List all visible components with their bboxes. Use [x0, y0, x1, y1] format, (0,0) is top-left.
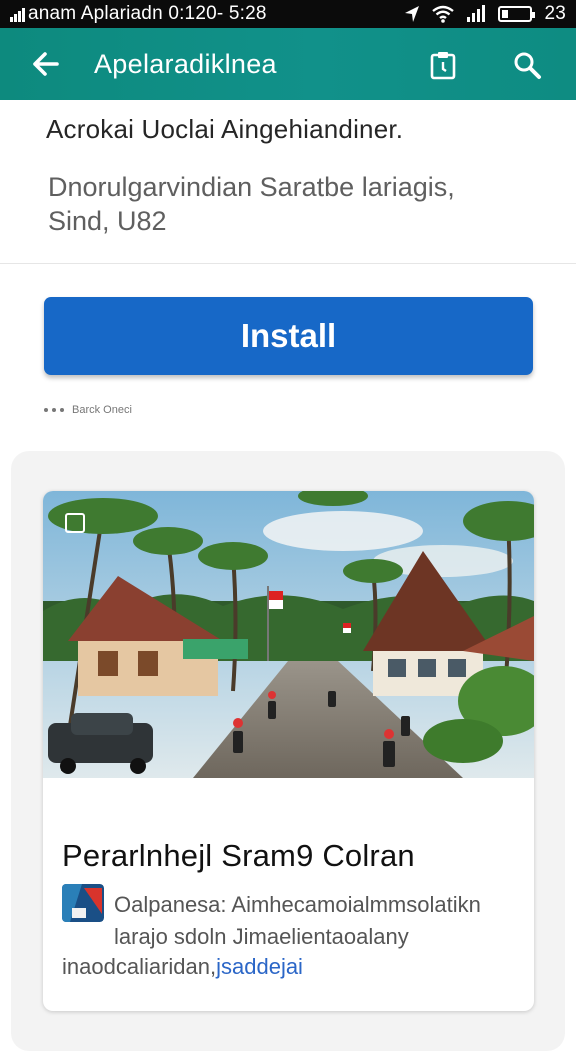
install-button[interactable]: Install — [44, 297, 533, 375]
arrow-left-icon[interactable] — [30, 49, 60, 79]
divider — [0, 263, 576, 264]
card-description: Oalpanesa: Aimhecamoialmmsolatikn larajo… — [62, 884, 527, 982]
app-logo-icon — [62, 884, 104, 922]
install-meta-text: Barck Oneci — [72, 404, 132, 416]
village-photo — [43, 491, 534, 778]
page-subheading: Dnorulgarvindian Saratbe lariagis, Sind,… — [48, 170, 548, 238]
install-meta: Barck Oneci — [44, 404, 132, 416]
battery-icon — [498, 6, 536, 22]
app-title: Apelaradiklnea — [94, 48, 277, 79]
card-desc-line: larajo sdoln Jimaelientaoalany — [114, 924, 409, 949]
clipboard-icon[interactable] — [428, 50, 458, 80]
card-title: Perarlnhejl Sram9 Colran — [62, 838, 415, 873]
card-desc-line: inaodcaliaridan, — [62, 954, 217, 979]
gallery-icon[interactable] — [65, 513, 85, 533]
app-bar: Apelaradiklnea — [0, 28, 576, 100]
subheading-line: Dnorulgarvindian Saratbe lariagis, — [48, 172, 455, 202]
navigation-icon — [405, 6, 420, 22]
battery-percent: 23 — [544, 3, 566, 24]
card-link[interactable]: jsaddejai — [216, 954, 303, 979]
wifi-icon — [432, 5, 455, 23]
card-desc-line: Oalpanesa: Aimhecamoialmmsolatikn — [114, 892, 481, 917]
status-text: anam Aplariadn 0:120- 5:28 — [28, 3, 267, 24]
subheading-line: Sind, U82 — [48, 206, 167, 236]
page-heading: Acrokai Uoclai Aingehiandiner. — [46, 114, 404, 144]
cell-signal-icon — [467, 5, 486, 22]
signal-icon — [10, 6, 25, 22]
status-bar: anam Aplariadn 0:120- 5:28 23 — [0, 0, 576, 28]
dots-icon — [44, 408, 64, 412]
search-icon[interactable] — [512, 50, 542, 80]
article-card[interactable]: Perarlnhejl Sram9 Colran Oalpanesa: Aimh… — [43, 491, 534, 1011]
